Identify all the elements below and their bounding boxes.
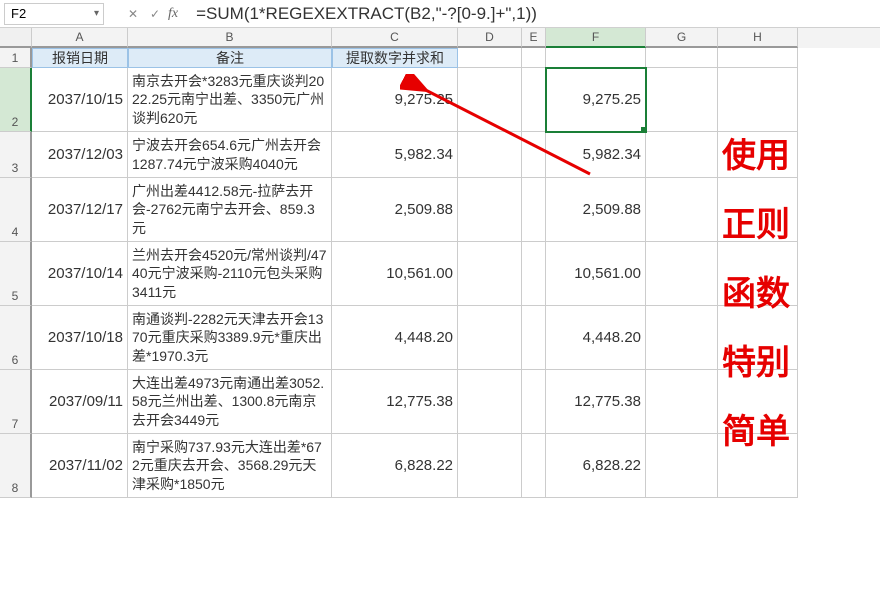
cell[interactable]: [458, 306, 522, 370]
cell-result[interactable]: 12,775.38: [546, 370, 646, 434]
header-cell-date[interactable]: 报销日期: [32, 48, 128, 68]
row-header[interactable]: 4: [0, 178, 32, 242]
cell[interactable]: [458, 434, 522, 498]
cell-sum[interactable]: 5,982.34: [332, 132, 458, 178]
col-header-f[interactable]: F: [546, 28, 646, 48]
row-header[interactable]: 7: [0, 370, 32, 434]
cell[interactable]: [646, 132, 718, 178]
cell[interactable]: [458, 48, 522, 68]
cell-sum[interactable]: 6,828.22: [332, 434, 458, 498]
side-annotation: 使用 正则 函数 特别 简单: [722, 128, 872, 453]
cell[interactable]: [458, 68, 522, 132]
cell-result[interactable]: 5,982.34: [546, 132, 646, 178]
col-header-b[interactable]: B: [128, 28, 332, 48]
col-header-e[interactable]: E: [522, 28, 546, 48]
cell[interactable]: [546, 48, 646, 68]
side-text-line: 简单: [722, 404, 872, 453]
cell[interactable]: [522, 48, 546, 68]
cell-sum[interactable]: 2,509.88: [332, 178, 458, 242]
table-row-header: 1 报销日期 备注 提取数字并求和: [0, 48, 880, 68]
row-header[interactable]: 5: [0, 242, 32, 306]
select-all-corner[interactable]: [0, 28, 32, 48]
cell[interactable]: [522, 434, 546, 498]
name-box[interactable]: F2 ▾: [4, 3, 104, 25]
cell[interactable]: [718, 48, 798, 68]
cell[interactable]: [458, 178, 522, 242]
side-text-line: 使用: [722, 128, 872, 177]
table-row: 22037/10/15南京去开会*3283元重庆谈判2022.25元南宁出差、3…: [0, 68, 880, 132]
row-header[interactable]: 3: [0, 132, 32, 178]
chevron-down-icon[interactable]: ▾: [94, 8, 99, 19]
cell[interactable]: [458, 242, 522, 306]
cell-date[interactable]: 2037/09/11: [32, 370, 128, 434]
header-cell-note[interactable]: 备注: [128, 48, 332, 68]
cell[interactable]: [522, 68, 546, 132]
name-box-value: F2: [11, 6, 26, 21]
cell-note[interactable]: 南京去开会*3283元重庆谈判2022.25元南宁出差、3350元广州谈判620…: [128, 68, 332, 132]
cell-result[interactable]: 6,828.22: [546, 434, 646, 498]
cell-date[interactable]: 2037/12/17: [32, 178, 128, 242]
row-header[interactable]: 6: [0, 306, 32, 370]
cell[interactable]: [522, 132, 546, 178]
cell[interactable]: [646, 68, 718, 132]
cell[interactable]: [646, 242, 718, 306]
col-header-a[interactable]: A: [32, 28, 128, 48]
cell-result[interactable]: 4,448.20: [546, 306, 646, 370]
cell-note[interactable]: 南宁采购737.93元大连出差*672元重庆去开会、3568.29元天津采购*1…: [128, 434, 332, 498]
cell[interactable]: [458, 132, 522, 178]
cell-note[interactable]: 广州出差4412.58元-拉萨去开会-2762元南宁去开会、859.3元: [128, 178, 332, 242]
row-header-1[interactable]: 1: [0, 48, 32, 68]
formula-controls: ✕ ✓ fx: [124, 5, 186, 23]
cell[interactable]: [646, 370, 718, 434]
namebox-row: F2 ▾ ✕ ✓ fx =SUM(1*REGEXEXTRACT(B2,"-?[0…: [0, 0, 880, 28]
col-header-c[interactable]: C: [332, 28, 458, 48]
cell[interactable]: [522, 370, 546, 434]
spreadsheet-grid: A B C D E F G H 1 报销日期 备注 提取数字并求和 22037/…: [0, 28, 880, 498]
col-header-h[interactable]: H: [718, 28, 798, 48]
cell-date[interactable]: 2037/10/18: [32, 306, 128, 370]
cell-sum[interactable]: 10,561.00: [332, 242, 458, 306]
cancel-icon[interactable]: ✕: [124, 5, 142, 23]
cell-result[interactable]: 10,561.00: [546, 242, 646, 306]
col-header-g[interactable]: G: [646, 28, 718, 48]
cell-sum[interactable]: 4,448.20: [332, 306, 458, 370]
cell-result[interactable]: 2,509.88: [546, 178, 646, 242]
enter-icon[interactable]: ✓: [146, 5, 164, 23]
row-header[interactable]: 8: [0, 434, 32, 498]
cell-note[interactable]: 南通谈判-2282元天津去开会1370元重庆采购3389.9元*重庆出差*197…: [128, 306, 332, 370]
cell-date[interactable]: 2037/11/02: [32, 434, 128, 498]
cell[interactable]: [718, 68, 798, 132]
column-headers: A B C D E F G H: [0, 28, 880, 48]
cell-sum[interactable]: 12,775.38: [332, 370, 458, 434]
cell-date[interactable]: 2037/10/15: [32, 68, 128, 132]
cell[interactable]: [522, 306, 546, 370]
header-cell-sum[interactable]: 提取数字并求和: [332, 48, 458, 68]
cell-sum[interactable]: 9,275.25: [332, 68, 458, 132]
cell[interactable]: [646, 178, 718, 242]
cell-note[interactable]: 兰州去开会4520元/常州谈判/4740元宁波采购-2110元包头采购3411元: [128, 242, 332, 306]
col-header-d[interactable]: D: [458, 28, 522, 48]
cell[interactable]: [646, 306, 718, 370]
cell-date[interactable]: 2037/12/03: [32, 132, 128, 178]
row-header[interactable]: 2: [0, 68, 32, 132]
cell-note[interactable]: 宁波去开会654.6元广州去开会1287.74元宁波采购4040元: [128, 132, 332, 178]
cell[interactable]: [646, 434, 718, 498]
side-text-line: 函数: [722, 266, 872, 315]
formula-bar[interactable]: =SUM(1*REGEXEXTRACT(B2,"-?[0-9.]+",1)): [186, 4, 876, 24]
cell[interactable]: [522, 242, 546, 306]
cell[interactable]: [646, 48, 718, 68]
fx-icon[interactable]: fx: [168, 6, 178, 22]
cell-note[interactable]: 大连出差4973元南通出差3052.58元兰州出差、1300.8元南京去开会34…: [128, 370, 332, 434]
cell-date[interactable]: 2037/10/14: [32, 242, 128, 306]
cell[interactable]: [458, 370, 522, 434]
side-text-line: 正则: [722, 197, 872, 246]
cell[interactable]: [522, 178, 546, 242]
cell-result[interactable]: 9,275.25: [546, 68, 646, 132]
side-text-line: 特别: [722, 335, 872, 384]
